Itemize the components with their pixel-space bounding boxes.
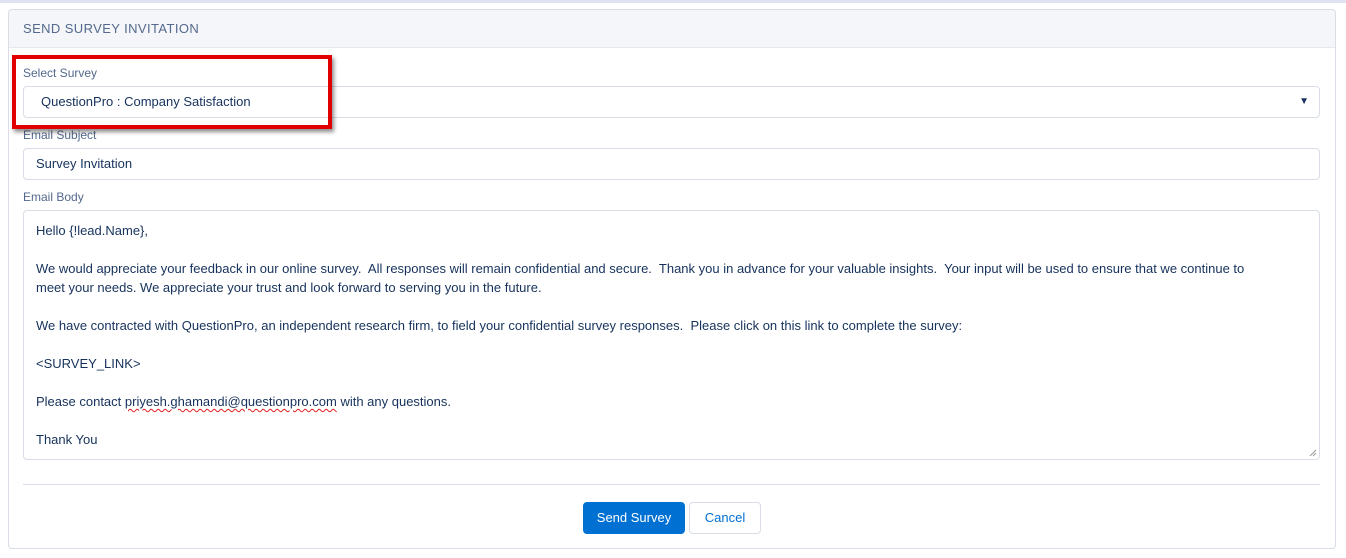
email-body-label: Email Body: [23, 190, 84, 204]
body-paragraph-1a: We would appreciate your feedback in our…: [36, 261, 1245, 276]
top-strip: [0, 0, 1346, 3]
survey-select[interactable]: QuestionPro : Company Satisfaction ▼: [23, 86, 1320, 118]
body-paragraph-2: We have contracted with QuestionPro, an …: [36, 318, 963, 333]
body-contact-line: Please contact priyesh.ghamandi@question…: [36, 392, 1307, 411]
body-survey-link-token: <SURVEY_LINK>: [36, 356, 141, 371]
email-body-textarea[interactable]: Hello {!lead.Name}, We would appreciate …: [23, 210, 1320, 460]
body-blank: [36, 297, 1307, 316]
card-title: SEND SURVEY INVITATION: [9, 10, 1335, 48]
chevron-down-icon[interactable]: ▼: [1299, 87, 1309, 117]
divider: [23, 484, 1320, 485]
body-greeting: Hello {!lead.Name},: [36, 223, 149, 238]
body-signoff: Thank You: [36, 432, 98, 447]
email-subject-input[interactable]: Survey Invitation: [23, 148, 1320, 180]
body-blank: [36, 240, 1307, 259]
contact-suffix: with any questions.: [336, 394, 452, 409]
cancel-button[interactable]: Cancel: [689, 502, 761, 534]
send-survey-button[interactable]: Send Survey: [583, 502, 685, 534]
survey-select-value: QuestionPro : Company Satisfaction: [41, 94, 251, 109]
select-survey-label: Select Survey: [23, 66, 98, 80]
email-subject-label: Email Subject: [23, 128, 97, 142]
body-paragraph-1b: meet your needs. We appreciate your trus…: [36, 280, 542, 295]
send-survey-card: SEND SURVEY INVITATION Select Survey Que…: [8, 9, 1336, 549]
body-blank: [36, 335, 1307, 354]
contact-email: priyesh.ghamandi@questionpro.com: [124, 394, 337, 409]
body-blank: [36, 411, 1307, 430]
resize-grip-icon[interactable]: [1309, 449, 1317, 457]
contact-prefix: Please contact: [36, 394, 125, 409]
body-blank: [36, 373, 1307, 392]
